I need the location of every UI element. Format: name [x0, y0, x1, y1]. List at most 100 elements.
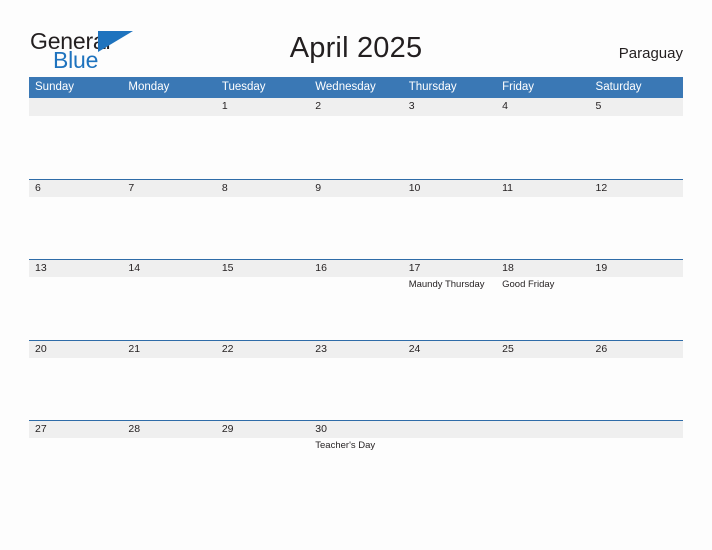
day-number[interactable]: 13 — [29, 260, 122, 277]
day-events — [29, 358, 122, 420]
week-date-band: 12345 — [29, 98, 683, 116]
day-events — [309, 116, 402, 178]
week-event-band — [29, 197, 683, 259]
weekday-header-monday: Monday — [128, 81, 170, 93]
week-event-band: Teacher's Day — [29, 438, 683, 500]
day-events — [122, 358, 215, 420]
day-number[interactable]: 23 — [309, 341, 402, 358]
day-events — [216, 197, 309, 259]
calendar-week-row: 12345 — [29, 98, 683, 179]
day-events — [122, 116, 215, 178]
day-number[interactable]: 9 — [309, 180, 402, 197]
day-events — [590, 197, 683, 259]
day-number[interactable]: 8 — [216, 180, 309, 197]
calendar-page: General Blue April 2025 Paraguay Sunday … — [0, 0, 712, 550]
week-date-band: 13 14 15 16 17 18 19 — [29, 259, 683, 277]
day-events[interactable]: Maundy Thursday — [403, 277, 496, 339]
day-number[interactable]: 5 — [590, 98, 683, 116]
day-events — [29, 438, 122, 500]
day-events[interactable]: Teacher's Day — [309, 438, 402, 500]
location-label: Paraguay — [618, 45, 683, 62]
week-event-band — [29, 116, 683, 178]
calendar-week-row: 6 7 8 9 10 11 12 — [29, 178, 683, 260]
day-events — [590, 277, 683, 339]
day-number[interactable]: 10 — [403, 180, 496, 197]
day-number[interactable]: 24 — [403, 341, 496, 358]
calendar-week-row: 27 28 29 30 Teacher's Day — [29, 420, 683, 501]
calendar-table: Sunday Monday Tuesday Wednesday Thursday… — [29, 77, 683, 501]
day-number[interactable]: 18 — [496, 260, 589, 277]
page-title: April 2025 — [289, 32, 423, 64]
holiday-label: Maundy Thursday — [408, 279, 485, 290]
day-events — [29, 197, 122, 259]
day-number[interactable]: 27 — [29, 421, 122, 438]
day-events[interactable]: Good Friday — [496, 277, 589, 339]
calendar-weeks: 1 2 3 4 5 6 7 8 9 10 11 12 13 14 15 16 17 18 19 Maundy Thur… — [29, 98, 683, 501]
day-number[interactable]: 28 — [122, 421, 215, 438]
day-number[interactable]: 2 — [309, 98, 402, 116]
day-number[interactable]: 7 — [122, 180, 215, 197]
weekday-header-friday: Friday — [502, 81, 535, 93]
day-number[interactable]: 17 — [403, 260, 496, 277]
day-events — [496, 358, 589, 420]
day-number[interactable]: 25 — [496, 341, 589, 358]
day-events — [216, 116, 309, 178]
day-events — [496, 116, 589, 178]
day-number[interactable]: 4 — [496, 98, 589, 116]
day-events — [309, 277, 402, 339]
weekday-header-row: Sunday Monday Tuesday Wednesday Thursday… — [29, 77, 683, 98]
weekday-header-tuesday: Tuesday — [221, 81, 266, 93]
weekday-header-sunday: Sunday — [35, 81, 75, 93]
day-events — [309, 358, 402, 420]
weekday-header-saturday: Saturday — [595, 81, 642, 93]
day-empty — [122, 98, 215, 116]
week-date-band: 20 21 22 23 24 25 26 — [29, 339, 683, 358]
day-empty — [590, 421, 683, 438]
calendar-week-row: 20 21 22 23 24 25 26 — [29, 339, 683, 421]
day-events — [590, 358, 683, 420]
day-events — [216, 438, 309, 500]
day-number[interactable]: 19 — [590, 260, 683, 277]
holiday-label: Teacher's Day — [315, 440, 376, 451]
day-number[interactable]: 12 — [590, 180, 683, 197]
day-number[interactable]: 22 — [216, 341, 309, 358]
day-number[interactable]: 1 — [216, 98, 309, 116]
day-events — [29, 277, 122, 339]
day-events — [590, 438, 683, 500]
day-events — [122, 438, 215, 500]
day-number[interactable]: 3 — [403, 98, 496, 116]
week-event-band — [29, 358, 683, 420]
day-number[interactable]: 30 — [309, 421, 402, 438]
calendar-week-row: 13 14 15 16 17 18 19 Maundy Thursday Good Friday — [29, 259, 683, 340]
day-events — [403, 358, 496, 420]
weekday-header-thursday: Thursday — [408, 81, 457, 93]
day-number[interactable]: 16 — [309, 260, 402, 277]
day-events — [216, 358, 309, 420]
day-events — [216, 277, 309, 339]
day-events — [122, 197, 215, 259]
day-number[interactable]: 15 — [216, 260, 309, 277]
day-events — [590, 116, 683, 178]
day-number[interactable]: 29 — [216, 421, 309, 438]
day-events — [309, 197, 402, 259]
day-empty — [496, 421, 589, 438]
week-date-band: 27 28 29 30 — [29, 420, 683, 438]
week-date-band: 6 7 8 9 10 11 12 — [29, 178, 683, 197]
day-number[interactable]: 6 — [29, 180, 122, 197]
holiday-label: Good Friday — [502, 279, 555, 290]
day-number[interactable]: 26 — [590, 341, 683, 358]
day-events — [496, 438, 589, 500]
day-events — [122, 277, 215, 339]
day-number[interactable]: 21 — [122, 341, 215, 358]
day-number[interactable]: 14 — [122, 260, 215, 277]
day-events — [403, 197, 496, 259]
weekday-header-wednesday: Wednesday — [315, 81, 376, 93]
day-empty — [403, 421, 496, 438]
day-events — [29, 116, 122, 178]
day-number[interactable]: 11 — [496, 180, 589, 197]
day-events — [403, 116, 496, 178]
day-empty — [29, 98, 122, 116]
day-number[interactable]: 20 — [29, 341, 122, 358]
week-event-band: Maundy Thursday Good Friday — [29, 277, 683, 339]
day-events — [496, 197, 589, 259]
